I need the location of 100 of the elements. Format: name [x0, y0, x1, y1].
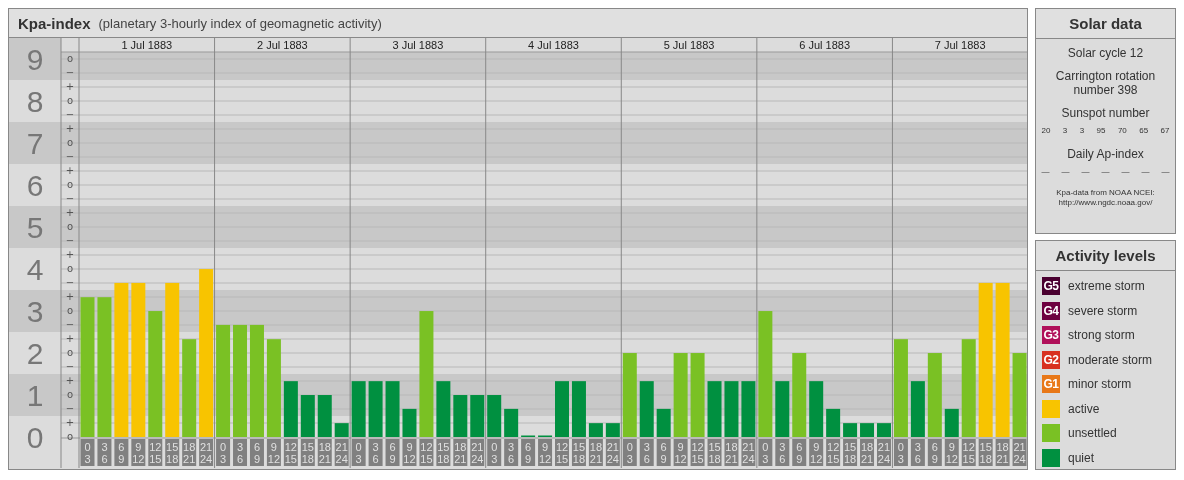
- tick-label: −: [65, 361, 75, 373]
- bar: [436, 381, 451, 437]
- legend-label: severe storm: [1068, 303, 1138, 318]
- bar: [453, 395, 468, 437]
- panel-title: Activity levels: [1036, 241, 1175, 271]
- tick-label: o: [66, 53, 74, 65]
- chart-title: Kpa-index: [18, 14, 91, 32]
- sunspot-value: 95: [1096, 126, 1106, 135]
- x-tick-label: 3 6: [101, 441, 108, 465]
- x-tick-label: 3 6: [779, 441, 786, 465]
- hour-label: 3 6: [368, 439, 383, 466]
- tick-label: o: [66, 389, 74, 400]
- tick-label: +: [65, 207, 75, 219]
- hour-label: 0 3: [80, 439, 95, 466]
- x-tick-label: 6 9: [118, 441, 125, 465]
- hour-label: 18 21: [317, 439, 332, 466]
- hour-label: 0 3: [893, 439, 908, 466]
- legend-label: minor storm: [1068, 377, 1132, 392]
- axis-label: 9: [26, 43, 44, 77]
- tick-label: −: [65, 277, 75, 289]
- level-badge: G1: [1042, 375, 1060, 394]
- bar: [504, 408, 519, 437]
- x-tick-label: 0 3: [355, 441, 362, 465]
- axis-label: 3: [26, 295, 44, 329]
- hour-label: 21 24: [741, 439, 756, 466]
- x-tick-label: 6 9: [389, 441, 396, 465]
- hour-label: 15 18: [571, 439, 586, 466]
- hour-label: 6 9: [249, 439, 264, 466]
- tick-label: +: [65, 417, 75, 428]
- sunspot-value: 20: [1041, 126, 1051, 135]
- hour-label: 6 9: [656, 439, 671, 466]
- solar-cycle: Solar cycle 12: [1066, 46, 1145, 60]
- hour-label: 9 12: [809, 439, 824, 466]
- x-tick-label: 3 6: [508, 441, 515, 465]
- x-tick-label: 6 9: [931, 441, 938, 465]
- bar: [944, 408, 959, 437]
- bar: [741, 381, 756, 437]
- hour-label: 18 21: [182, 439, 197, 466]
- hour-label: 9 12: [266, 439, 281, 466]
- bar: [368, 381, 383, 437]
- date-label: 5 Jul 1883: [663, 39, 715, 51]
- x-tick-label: 6 9: [525, 441, 532, 465]
- x-tick-label: 0 3: [84, 441, 91, 465]
- bar: [487, 395, 502, 437]
- tick-label: o: [66, 137, 74, 149]
- hour-label: 3 6: [910, 439, 925, 466]
- hour-label: 9 12: [402, 439, 417, 466]
- legend-label: unsettled: [1068, 426, 1117, 441]
- hour-label: 6 9: [927, 439, 942, 466]
- hour-label: 21 24: [605, 439, 620, 466]
- bar: [860, 423, 875, 437]
- level-badge: G2: [1042, 350, 1060, 369]
- bar: [809, 381, 824, 437]
- tick-label: +: [65, 291, 75, 303]
- hour-label: 12 15: [555, 439, 569, 466]
- ap-value: —: [1081, 167, 1090, 176]
- hour-label: 18 21: [588, 439, 603, 466]
- legend-label: active: [1068, 401, 1100, 416]
- axis-label: 0: [26, 421, 44, 454]
- bar: [843, 423, 858, 437]
- hour-label: 15 18: [707, 439, 722, 466]
- sunspot-value: 3: [1079, 126, 1085, 135]
- hour-label: 3 6: [233, 439, 247, 466]
- tick-label: +: [65, 375, 75, 386]
- bar: [470, 395, 485, 437]
- hour-label: 18 21: [453, 439, 468, 466]
- bar: [656, 408, 671, 437]
- hour-label: 3 6: [639, 439, 654, 466]
- bar: [775, 381, 790, 437]
- tick-label: −: [65, 193, 75, 205]
- hour-label: 9 12: [538, 439, 553, 466]
- sunspot-label: Sunspot number: [1060, 106, 1151, 120]
- tick-label: −: [65, 235, 75, 247]
- tick-label: o: [66, 179, 74, 191]
- x-tick-label: 0 3: [491, 441, 498, 465]
- hour-label: 3 6: [504, 439, 519, 466]
- hour-label: 12 15: [826, 439, 841, 466]
- legend-label: moderate storm: [1068, 352, 1153, 367]
- bar: [605, 423, 620, 437]
- hour-label: 15 18: [978, 439, 993, 466]
- axis-label: 2: [26, 337, 44, 371]
- hour-label: 21 24: [334, 439, 349, 466]
- sunspot-value: 3: [1062, 126, 1068, 135]
- source-note: Kpa-data from NOAA NCEI:: [1056, 188, 1155, 198]
- ap-value: —: [1041, 167, 1050, 176]
- tick-label: +: [65, 165, 75, 177]
- ap-value: —: [1101, 167, 1110, 176]
- ap-index-label: Daily Ap-index: [1066, 147, 1145, 161]
- tick-label: o: [66, 95, 74, 107]
- hour-label: 0 3: [758, 439, 773, 466]
- tick-label: o: [66, 305, 74, 317]
- hour-label: 0 3: [622, 439, 637, 466]
- tick-label: −: [65, 319, 75, 331]
- chart-subtitle: (planetary 3-hourly index of geomagnetic activity): [98, 15, 382, 31]
- bar: [402, 408, 417, 437]
- hour-label: 0 3: [351, 439, 366, 466]
- hour-label: 21 24: [877, 439, 891, 466]
- hour-label: 9 12: [944, 439, 959, 466]
- date-label: 3 Jul 1883: [392, 39, 444, 51]
- x-tick-label: 3 6: [372, 441, 379, 465]
